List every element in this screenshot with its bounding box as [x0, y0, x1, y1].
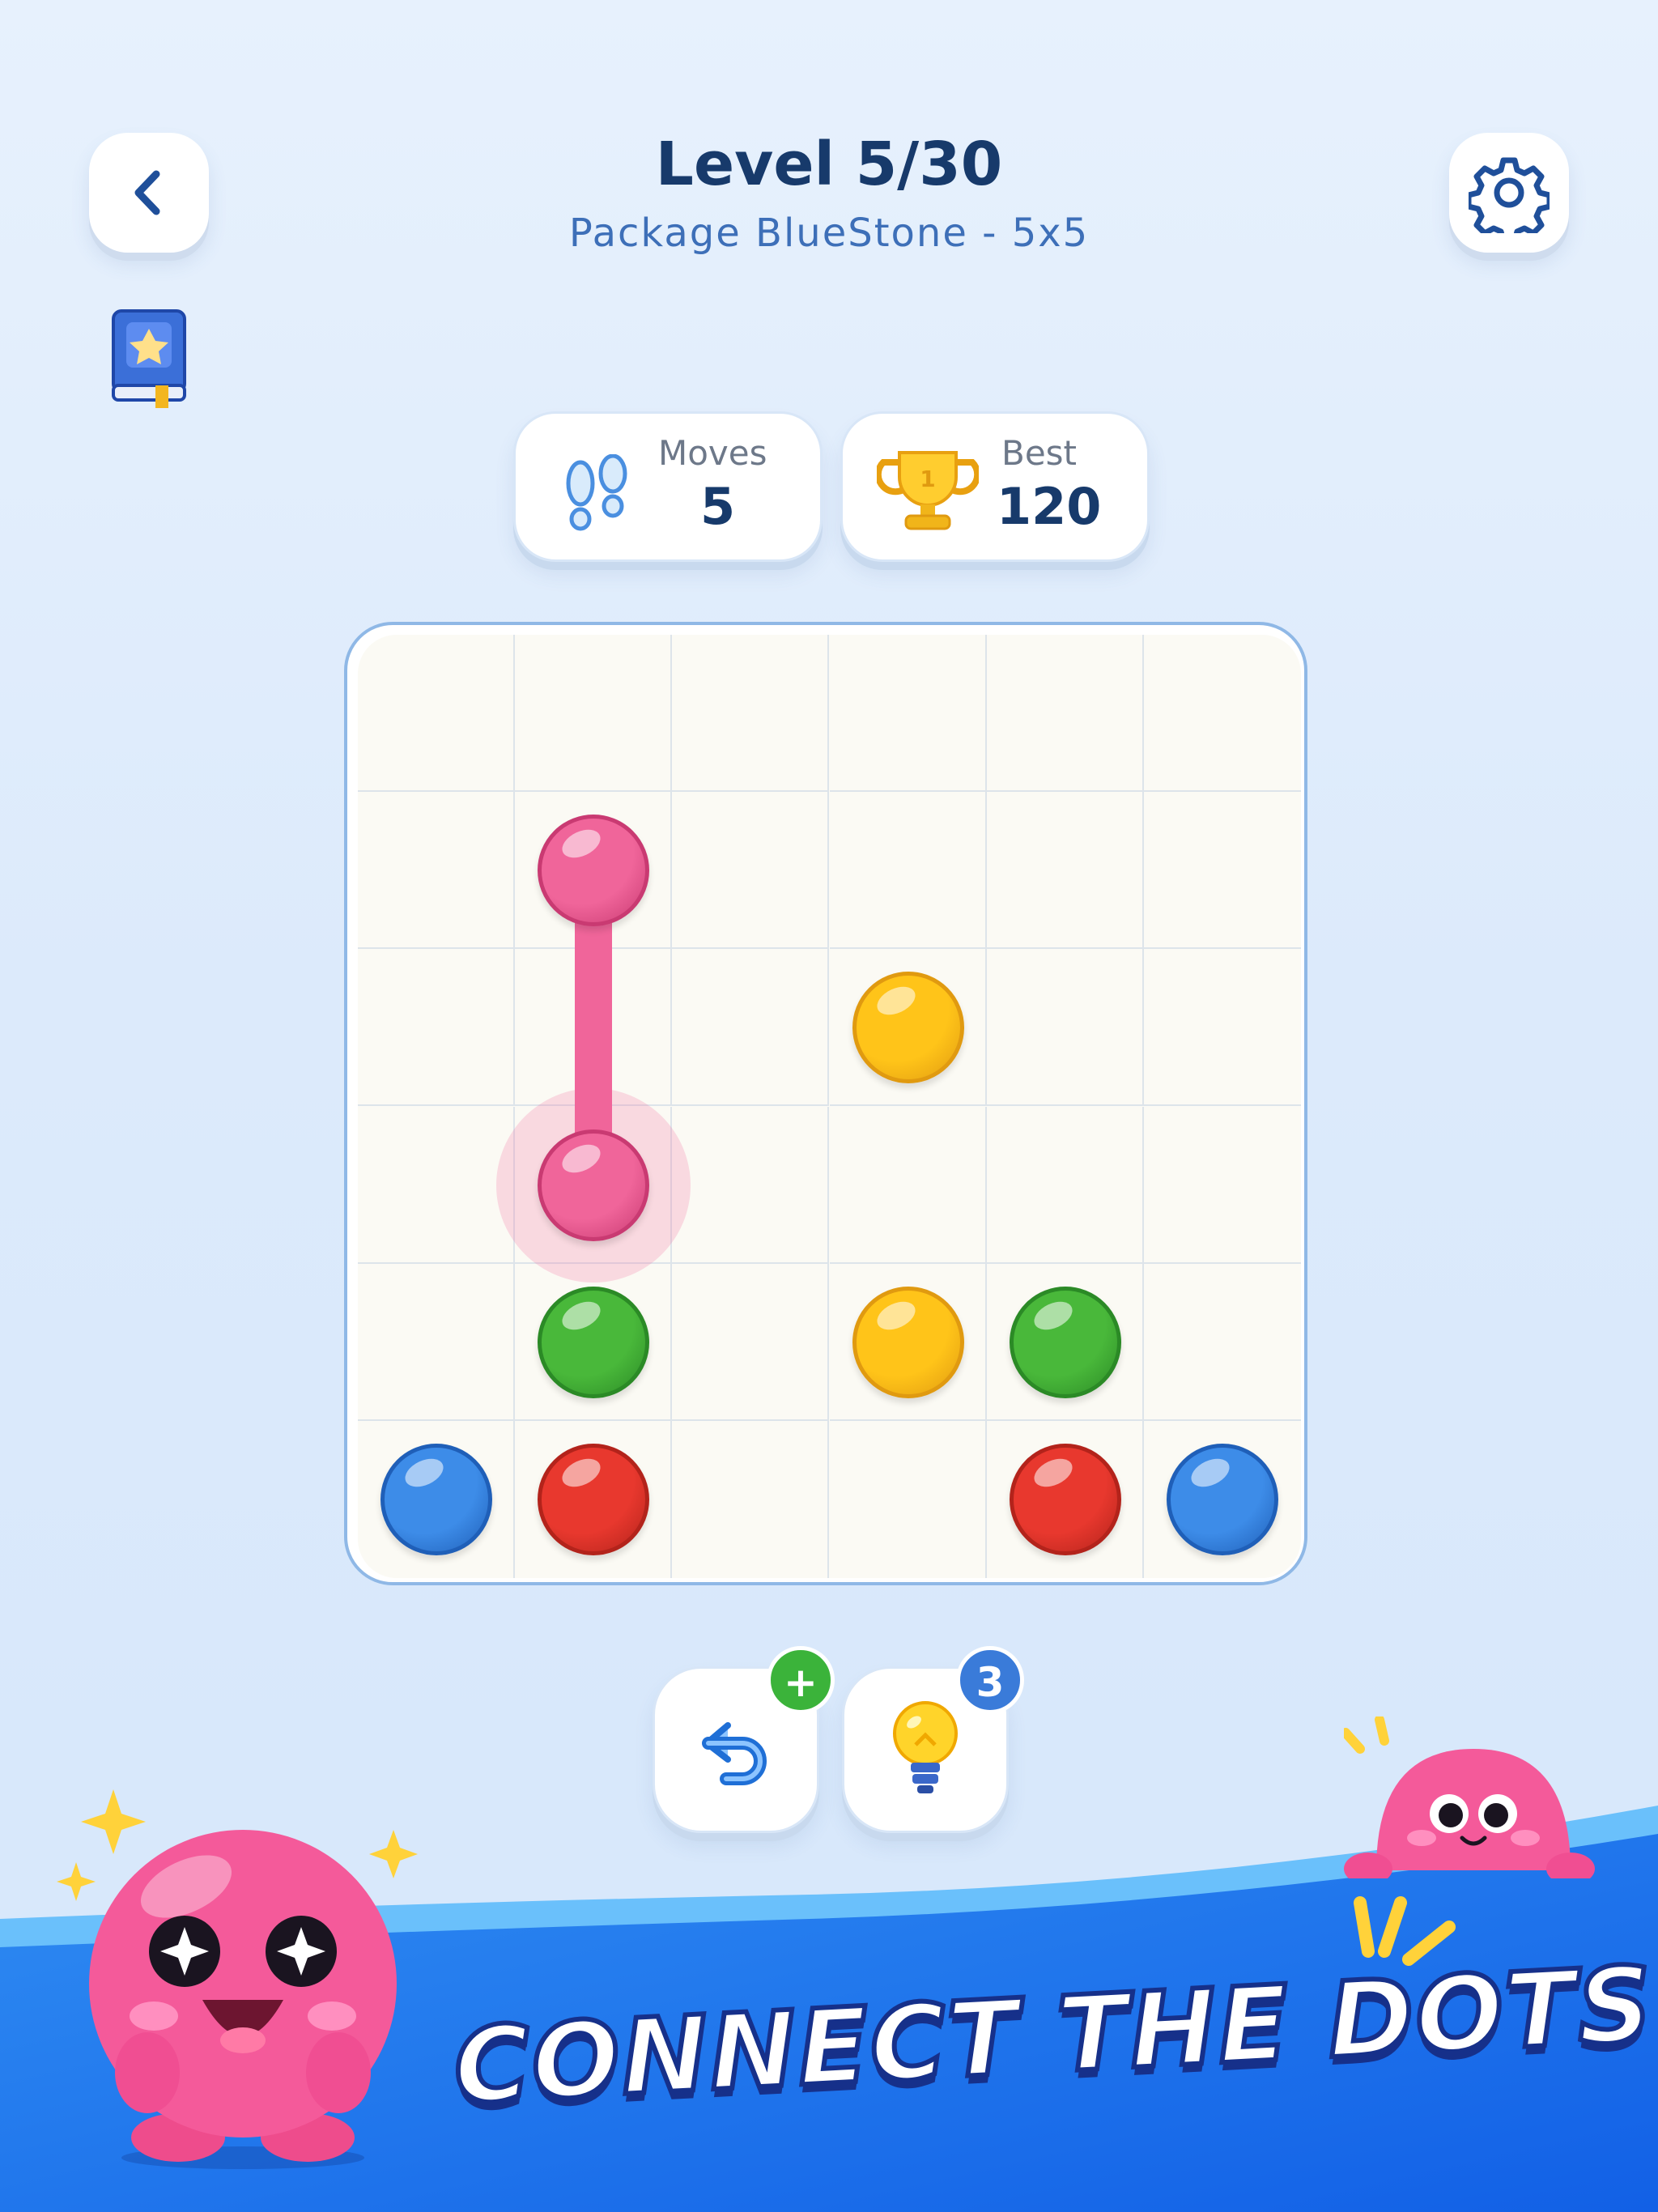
pink-dot[interactable] — [538, 815, 650, 927]
green-dot[interactable] — [1009, 1286, 1121, 1398]
svg-text:1: 1 — [920, 466, 935, 492]
grid-cell[interactable] — [358, 1106, 516, 1264]
grid-cell[interactable] — [829, 1106, 987, 1264]
blue-dot[interactable] — [380, 1443, 493, 1555]
peeking-mascot — [1344, 1716, 1595, 1878]
grid-cell[interactable] — [672, 1106, 830, 1264]
grid-cell[interactable] — [358, 949, 516, 1107]
grid-cell[interactable] — [358, 1263, 516, 1421]
grid-cell[interactable] — [672, 635, 830, 793]
best-label: Best — [1001, 433, 1078, 473]
grid-cell[interactable] — [1143, 1107, 1301, 1264]
settings-button[interactable] — [1449, 133, 1569, 253]
moves-label: Moves — [658, 433, 767, 473]
trophy-icon: 1 — [877, 451, 979, 530]
star-book-icon — [112, 309, 186, 408]
grid-cell[interactable] — [672, 949, 830, 1107]
level-book-button[interactable] — [108, 308, 189, 408]
grid-cell[interactable] — [986, 635, 1144, 793]
grid-cell[interactable] — [515, 635, 673, 793]
grid-cell[interactable] — [672, 1420, 830, 1578]
grid-cell[interactable] — [1143, 635, 1301, 793]
green-dot[interactable] — [538, 1286, 650, 1398]
grid-cell[interactable] — [1143, 949, 1301, 1107]
grid-cell[interactable] — [672, 792, 830, 950]
grid-cell[interactable] — [830, 1420, 987, 1578]
gear-icon — [1469, 157, 1550, 233]
grid-cell[interactable] — [986, 949, 1144, 1107]
undo-arrow-icon — [702, 1722, 767, 1785]
grid-cell[interactable] — [358, 635, 516, 793]
grid-cell[interactable] — [829, 635, 987, 793]
grid-cell[interactable] — [829, 792, 987, 950]
undo-add-badge[interactable]: + — [767, 1646, 835, 1714]
moves-card: Moves 5 — [513, 411, 823, 562]
footsteps-icon — [566, 454, 627, 531]
grid-cell[interactable] — [358, 792, 516, 950]
red-dot[interactable] — [1009, 1443, 1121, 1555]
board-grid[interactable] — [358, 635, 1301, 1578]
grid-cell[interactable] — [672, 1263, 830, 1421]
red-dot[interactable] — [538, 1443, 650, 1555]
grid-cell[interactable] — [1143, 1264, 1301, 1421]
pink-dot[interactable] — [538, 1129, 650, 1241]
blue-dot[interactable] — [1166, 1443, 1278, 1555]
yellow-dot[interactable] — [852, 1286, 964, 1398]
best-value: 120 — [997, 477, 1102, 536]
lightbulb-icon — [893, 1701, 958, 1793]
grid-cell[interactable] — [986, 1106, 1144, 1264]
package-subtitle: Package BlueStone - 5x5 — [568, 211, 1090, 256]
hint-count-badge: 3 — [956, 1646, 1024, 1714]
moves-value: 5 — [700, 477, 736, 536]
level-title: Level 5/30 — [655, 130, 1003, 199]
yellow-dot[interactable] — [852, 972, 964, 1084]
best-card: 1 Best 120 — [840, 411, 1150, 562]
pink-mascot — [89, 1830, 397, 2169]
grid-cell[interactable] — [986, 792, 1144, 950]
grid-cell[interactable] — [1143, 792, 1301, 950]
